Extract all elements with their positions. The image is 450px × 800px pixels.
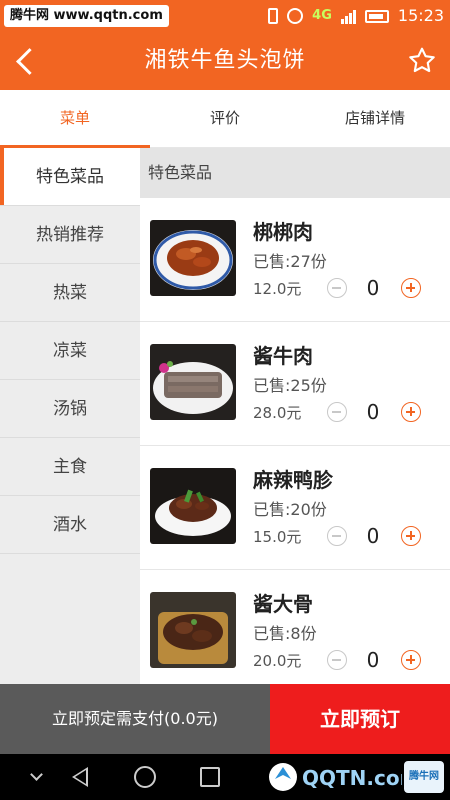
- nav-back-icon[interactable]: [72, 767, 88, 787]
- watermark-logo: QQTN.com: [262, 756, 420, 798]
- category-item-hot-sales[interactable]: 热销推荐: [0, 206, 140, 264]
- category-sidebar: 特色菜品 热销推荐 热菜 凉菜 汤锅 主食 酒水: [0, 148, 140, 684]
- dish-list: 特色菜品 梆梆肉 已售:27份 12.0元 0 酱牛肉 已售:25份 28.0元…: [140, 148, 450, 684]
- tab-menu[interactable]: 菜单: [0, 90, 150, 148]
- list-item: 酱牛肉 已售:25份 28.0元 0: [140, 322, 450, 446]
- dish-price: 20.0元: [253, 652, 302, 670]
- tab-store-details[interactable]: 店铺详情: [300, 90, 450, 147]
- app-header: 湘铁牛鱼头泡饼: [0, 32, 450, 90]
- dish-name: 梆梆肉: [253, 220, 313, 244]
- dish-name: 酱大骨: [253, 592, 313, 616]
- watermark-badge: 腾牛网 www.qqtn.com: [4, 5, 169, 27]
- list-item: 酱大骨 已售:8份 20.0元 0: [140, 570, 450, 684]
- section-title: 特色菜品: [140, 148, 450, 198]
- chevron-down-icon[interactable]: [30, 768, 43, 781]
- dish-photo: [150, 592, 236, 668]
- decrease-quantity-button[interactable]: [327, 278, 347, 298]
- category-item-hot-dishes[interactable]: 热菜: [0, 264, 140, 322]
- dish-sold-count: 已售:8份: [253, 624, 317, 643]
- status-icons: 4G 15:23: [268, 0, 444, 32]
- dish-price: 12.0元: [253, 280, 302, 298]
- status-bar: 腾牛网 www.qqtn.com 4G 15:23: [0, 0, 450, 32]
- app-screen: 腾牛网 www.qqtn.com 4G 15:23 湘铁牛鱼头泡饼 菜单 评价 …: [0, 0, 450, 800]
- list-item: 麻辣鸭胗 已售:20份 15.0元 0: [140, 446, 450, 570]
- increase-quantity-button[interactable]: [401, 278, 421, 298]
- decrease-quantity-button[interactable]: [327, 650, 347, 670]
- category-item-staple[interactable]: 主食: [0, 438, 140, 496]
- watermark-label: 腾牛网: [404, 761, 444, 793]
- dish-photo: [150, 220, 236, 296]
- watermark-logo-text: QQTN.com: [302, 766, 402, 790]
- category-item-featured[interactable]: 特色菜品: [0, 148, 140, 206]
- dish-sold-count: 已售:27份: [253, 252, 327, 271]
- tab-bar: 菜单 评价 店铺详情: [0, 90, 450, 148]
- dish-name: 麻辣鸭胗: [253, 468, 333, 492]
- increase-quantity-button[interactable]: [401, 526, 421, 546]
- dish-sold-count: 已售:20份: [253, 500, 327, 519]
- network-type: 4G: [312, 8, 332, 23]
- status-time: 15:23: [397, 6, 444, 25]
- decrease-quantity-button[interactable]: [327, 402, 347, 422]
- decrease-quantity-button[interactable]: [327, 526, 347, 546]
- signal-icon: [340, 8, 356, 24]
- category-item-cold-dishes[interactable]: 凉菜: [0, 322, 140, 380]
- checkout-bar: 立即预定需支付(0.0元) 立即预订: [0, 684, 450, 754]
- dish-sold-count: 已售:25份: [253, 376, 327, 395]
- page-title: 湘铁牛鱼头泡饼: [144, 48, 306, 73]
- dish-quantity: 0: [366, 400, 380, 424]
- dish-photo: [150, 468, 236, 544]
- order-now-button[interactable]: 立即预订: [270, 684, 450, 754]
- category-item-hotpot[interactable]: 汤锅: [0, 380, 140, 438]
- dish-quantity: 0: [366, 276, 380, 300]
- nav-home-icon[interactable]: [134, 766, 156, 788]
- nav-recent-apps-icon[interactable]: [200, 767, 220, 787]
- dish-name: 酱牛肉: [253, 344, 313, 368]
- favorite-star-icon[interactable]: [406, 45, 438, 77]
- alarm-icon: [287, 8, 304, 24]
- battery-icon: [364, 9, 389, 23]
- increase-quantity-button[interactable]: [401, 402, 421, 422]
- dish-price: 15.0元: [253, 528, 302, 546]
- category-item-drinks[interactable]: 酒水: [0, 496, 140, 554]
- payment-summary: 立即预定需支付(0.0元): [0, 684, 270, 754]
- dish-price: 28.0元: [253, 404, 302, 422]
- dish-quantity: 0: [366, 524, 380, 548]
- list-item: 梆梆肉 已售:27份 12.0元 0: [140, 198, 450, 322]
- vibrate-icon: [268, 8, 279, 24]
- increase-quantity-button[interactable]: [401, 650, 421, 670]
- tab-reviews[interactable]: 评价: [150, 90, 300, 147]
- dish-photo: [150, 344, 236, 420]
- dish-quantity: 0: [366, 648, 380, 672]
